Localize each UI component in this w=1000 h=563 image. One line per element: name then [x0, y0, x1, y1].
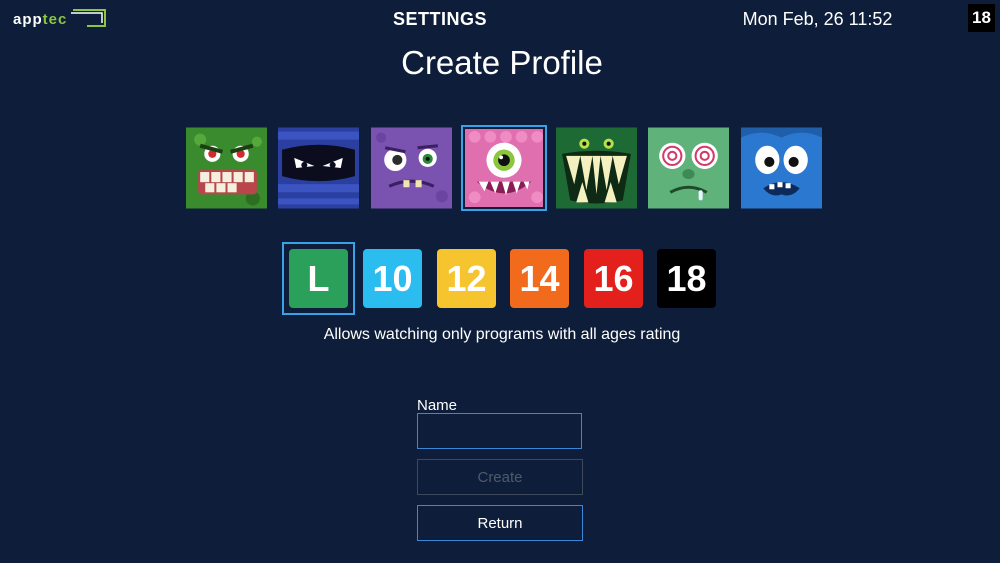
- rating-option-10[interactable]: 10: [363, 249, 422, 308]
- rating-option-12[interactable]: 12: [437, 249, 496, 308]
- logo-screen-icon: [71, 9, 106, 27]
- name-label: Name: [417, 397, 458, 414]
- green-fang-monster-avatar-icon: [556, 127, 637, 209]
- avatar-picker: [186, 125, 826, 212]
- create-button[interactable]: Create: [417, 459, 583, 495]
- return-button[interactable]: Return: [417, 505, 583, 541]
- age-rating-badge: 18: [968, 4, 995, 32]
- page-title: Create Profile: [401, 44, 603, 81]
- pink-cyclops-avatar-icon: [465, 129, 543, 207]
- age-rating-picker: L 10 12 14 16 18: [282, 242, 722, 316]
- avatar-option[interactable]: [186, 127, 267, 209]
- purple-monster-avatar-icon: [371, 127, 452, 209]
- rating-description: Allows watching only programs with all a…: [323, 326, 681, 343]
- apptec-logo: apptec: [13, 7, 106, 31]
- avatar-option[interactable]: [556, 127, 637, 209]
- rating-option-l[interactable]: L: [289, 249, 348, 308]
- avatar-option-selected[interactable]: [461, 125, 547, 211]
- logo-text: apptec: [13, 10, 68, 28]
- rating-option-14[interactable]: 14: [510, 249, 569, 308]
- avatar-option[interactable]: [371, 127, 452, 209]
- name-input[interactable]: [417, 413, 582, 449]
- green-monster-avatar-icon: [186, 127, 267, 209]
- blue-scared-monster-avatar-icon: [741, 127, 822, 209]
- date-time: Mon Feb, 26 11:52: [742, 9, 893, 29]
- green-hypno-monster-avatar-icon: [648, 127, 729, 209]
- rating-option-16[interactable]: 16: [584, 249, 643, 308]
- avatar-option[interactable]: [278, 127, 359, 209]
- header-title: SETTINGS: [392, 9, 487, 29]
- avatar-option[interactable]: [741, 127, 822, 209]
- rating-option-18[interactable]: 18: [657, 249, 716, 308]
- blue-ninja-avatar-icon: [278, 127, 359, 209]
- avatar-option[interactable]: [648, 127, 729, 209]
- top-bar: apptec SETTINGS Mon Feb, 26 11:52 18: [0, 0, 1000, 38]
